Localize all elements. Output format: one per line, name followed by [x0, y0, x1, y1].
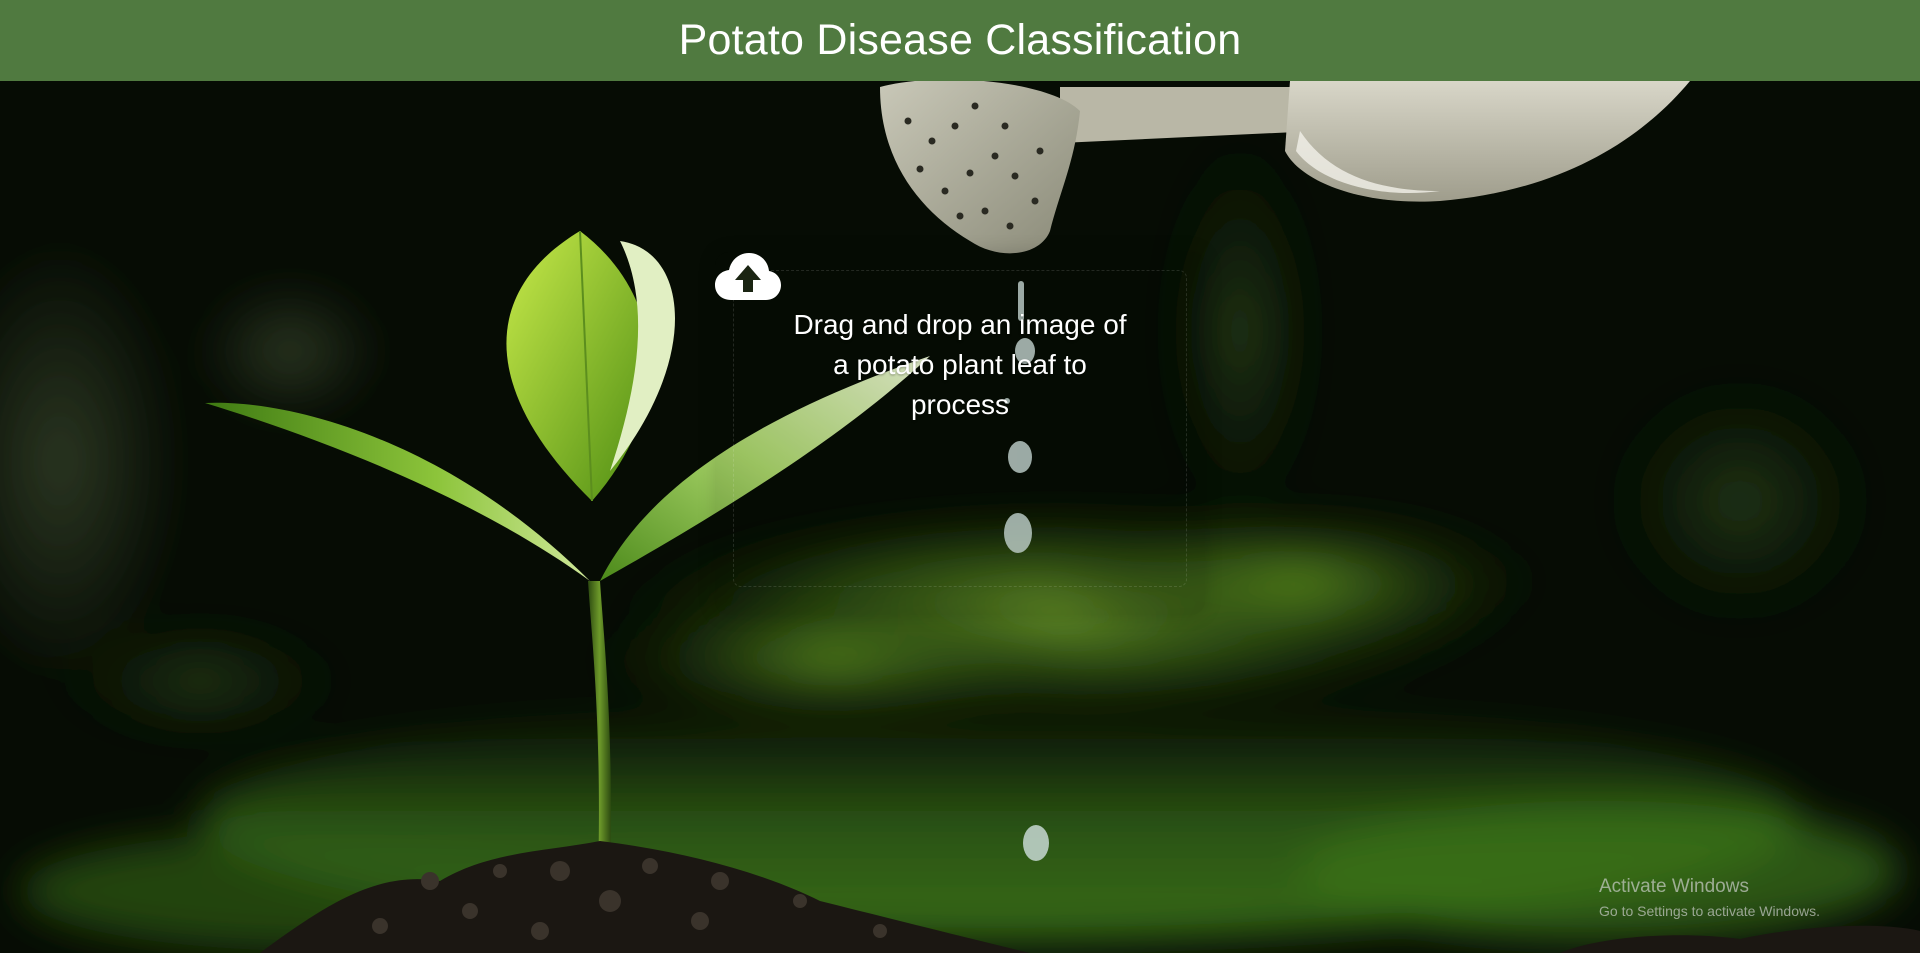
windows-activation-watermark: Activate Windows Go to Settings to activ…: [1599, 875, 1820, 921]
cloud-upload-icon[interactable]: [715, 252, 781, 302]
dropzone-instruction: Drag and drop an image of a potato plant…: [793, 309, 1127, 420]
background-image: Drag and drop an image of a potato plant…: [0, 81, 1920, 953]
app-header: Potato Disease Classification: [0, 0, 1920, 81]
watermark-subtitle: Go to Settings to activate Windows.: [1599, 903, 1820, 919]
watermark-title: Activate Windows: [1599, 876, 1749, 897]
image-dropzone[interactable]: Drag and drop an image of a potato plant…: [715, 252, 1205, 615]
page-title: Potato Disease Classification: [678, 16, 1242, 64]
